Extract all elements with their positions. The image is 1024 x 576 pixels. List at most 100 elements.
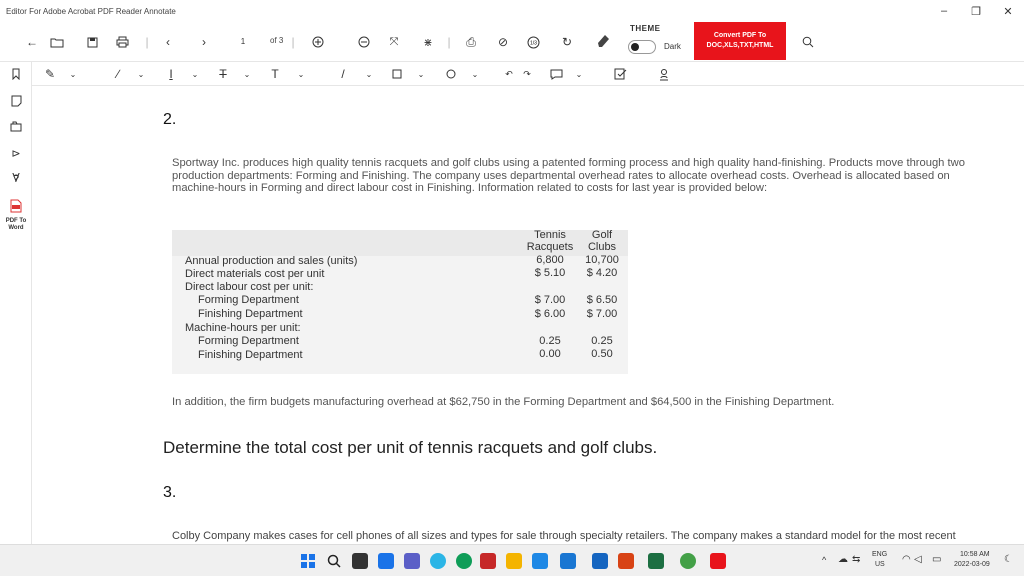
widgets-icon[interactable]: [378, 553, 394, 569]
select-pen-icon[interactable]: ✎: [42, 64, 58, 84]
question-2-paragraph: Sportway Inc. produces high quality tenn…: [172, 157, 965, 194]
taskbar: ^ ☁ ⇆ ENG US ◠ ◁ ▭ 10:58 AM 2022-03-09 ☾: [0, 544, 1024, 576]
chevron-down-icon[interactable]: ⌄: [416, 64, 426, 84]
edit-form-icon[interactable]: [612, 64, 628, 84]
stamp-icon[interactable]: ⎙: [462, 32, 480, 52]
next-page-icon[interactable]: ›: [196, 32, 212, 52]
lens-icon[interactable]: [592, 553, 608, 569]
annotation-list-icon[interactable]: [0, 95, 32, 110]
zoom-out-icon[interactable]: [356, 32, 372, 52]
question-3-paragraph: Colby Company makes cases for cell phone…: [172, 530, 956, 542]
header-golf-1: Golf: [591, 229, 613, 241]
previous-page-icon[interactable]: ‹: [160, 32, 176, 52]
undo-icon[interactable]: ↶: [502, 64, 516, 84]
pages-icon[interactable]: [0, 121, 32, 135]
table-row-label: Direct labour cost per unit:: [185, 281, 314, 293]
chat-icon[interactable]: [404, 553, 420, 569]
chrome-browser-icon[interactable]: [456, 553, 472, 569]
battery-icon[interactable]: ▭: [932, 554, 941, 565]
pdf-to-word-label[interactable]: PDF To Word: [0, 218, 32, 232]
redo-icon[interactable]: ↷: [520, 64, 534, 84]
table-cell-tennis: $ 5.10: [534, 267, 566, 279]
chevron-down-icon[interactable]: ⌄: [68, 64, 78, 84]
bookmark-icon[interactable]: [0, 68, 32, 83]
chevron-down-icon[interactable]: ⌄: [190, 64, 200, 84]
open-folder-icon[interactable]: [48, 32, 66, 52]
eraser-icon[interactable]: [592, 30, 614, 50]
lang-code[interactable]: ENG: [872, 551, 887, 558]
rectangle-tool-icon[interactable]: [390, 64, 404, 84]
mcafee-icon[interactable]: [480, 553, 496, 569]
table-cell-tennis: 0.25: [539, 335, 561, 347]
toolbar-divider: |: [145, 35, 149, 49]
title-bar: Editor For Adobe Acrobat PDF Reader Anno…: [0, 0, 1024, 22]
page-count: of 3: [270, 36, 284, 45]
convert-pdf-button[interactable]: Convert PDF To DOC,XLS,TXT,HTML: [694, 22, 786, 60]
actual-size-icon[interactable]: ⋇: [420, 32, 436, 52]
convert-line-2: DOC,XLS,TXT,HTML: [706, 42, 774, 49]
chevron-down-icon[interactable]: ⌄: [136, 64, 146, 84]
table-cell-tennis: $ 6.00: [534, 308, 566, 320]
wifi-icon[interactable]: ◠: [902, 554, 911, 565]
page-number-input[interactable]: [221, 32, 265, 50]
chevron-down-icon[interactable]: ⌄: [296, 64, 306, 84]
underline-text-icon[interactable]: I: [164, 64, 178, 84]
dark-mode-toggle[interactable]: [628, 40, 656, 54]
teams-icon[interactable]: [560, 553, 576, 569]
strikethrough-text-icon[interactable]: T: [216, 64, 230, 84]
ellipse-tool-icon[interactable]: [444, 64, 458, 84]
excel-icon[interactable]: [648, 553, 664, 569]
comment-icon[interactable]: [548, 64, 564, 84]
clock-time[interactable]: 10:58 AM: [960, 551, 990, 558]
save-icon[interactable]: [84, 32, 100, 52]
chevron-up-icon[interactable]: ^: [822, 555, 826, 565]
pdf-editor-icon[interactable]: [710, 553, 726, 569]
theme-label: THEME: [630, 24, 661, 33]
hide-annotations-icon[interactable]: ⊘: [494, 32, 512, 52]
chevron-down-icon[interactable]: ⌄: [364, 64, 374, 84]
store-icon[interactable]: [532, 553, 548, 569]
page-badge-icon[interactable]: 1/3: [524, 32, 542, 52]
svg-text:1/3: 1/3: [530, 40, 537, 46]
chevron-down-icon[interactable]: ⌄: [242, 64, 252, 84]
restore-button[interactable]: ❐: [960, 5, 992, 18]
task-view-icon[interactable]: [352, 553, 368, 569]
chevron-down-icon[interactable]: ⌄: [470, 64, 480, 84]
table-row-label: Finishing Department: [198, 349, 303, 361]
file-explorer-icon[interactable]: [506, 553, 522, 569]
print-icon[interactable]: [114, 32, 130, 52]
clock-date[interactable]: 2022-03-09: [954, 561, 990, 568]
chrome-profile-icon[interactable]: [680, 553, 696, 569]
minimize-button[interactable]: –: [928, 5, 960, 18]
table-row-label: Finishing Department: [198, 308, 303, 320]
pdf-file-icon[interactable]: [0, 199, 32, 216]
notification-icon[interactable]: ☾: [1004, 554, 1013, 565]
toolbar-divider: |: [291, 35, 295, 49]
powerpoint-icon[interactable]: [618, 553, 634, 569]
zoom-in-icon[interactable]: [310, 32, 326, 52]
rotate-icon[interactable]: ↻: [558, 32, 576, 52]
volume-icon[interactable]: ◁: [914, 554, 922, 565]
search-icon[interactable]: [800, 32, 816, 52]
search-icon[interactable]: [326, 553, 342, 569]
start-icon[interactable]: [300, 553, 316, 569]
table-cell-golf: 0.50: [591, 348, 613, 360]
add-text-icon[interactable]: T: [268, 64, 282, 84]
table-row-label: Forming Department: [198, 335, 299, 347]
freehand-pen-icon[interactable]: ∕: [110, 64, 126, 84]
edge-browser-icon[interactable]: [430, 553, 446, 569]
table-row-label: Machine-hours per unit:: [185, 322, 301, 334]
window-title: Editor For Adobe Acrobat PDF Reader Anno…: [6, 6, 176, 16]
region-code[interactable]: US: [875, 561, 885, 568]
cloud-icon[interactable]: ☁: [838, 554, 848, 565]
user-signature-icon[interactable]: [656, 64, 672, 84]
line-tool-icon[interactable]: /: [336, 64, 350, 84]
help-icon[interactable]: ?: [0, 173, 32, 185]
send-icon[interactable]: ⊳: [0, 147, 32, 160]
close-button[interactable]: ✕: [992, 5, 1024, 18]
fit-page-icon[interactable]: ⤧: [386, 32, 402, 52]
toolbar-divider: |: [447, 35, 451, 49]
back-arrow-icon[interactable]: ←: [24, 32, 40, 52]
chevron-down-icon[interactable]: ⌄: [574, 64, 584, 84]
language-switch-icon[interactable]: ⇆: [852, 554, 860, 565]
